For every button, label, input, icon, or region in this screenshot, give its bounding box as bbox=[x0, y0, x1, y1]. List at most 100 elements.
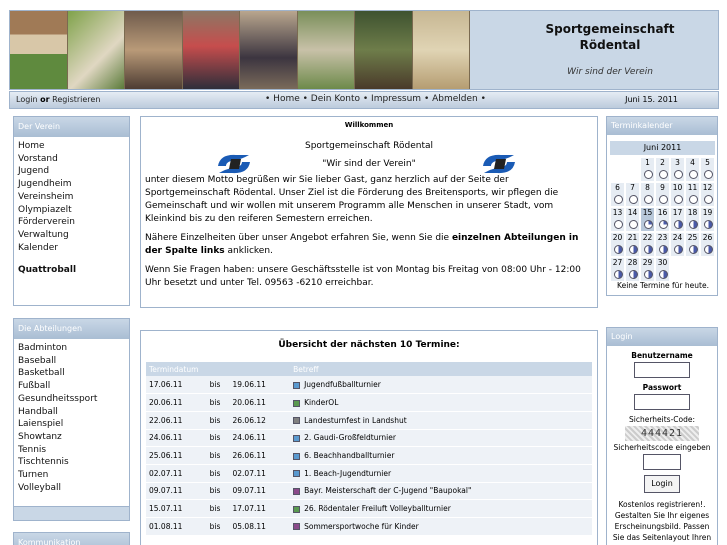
calendar-day[interactable]: 4 bbox=[685, 157, 700, 182]
calendar-day[interactable]: 18 bbox=[685, 207, 700, 232]
table-row[interactable]: 20.06.11 bis 20.06.11 KinderOL bbox=[146, 393, 592, 412]
sidebar-item-turnen[interactable]: Turnen bbox=[18, 469, 125, 482]
calendar-day[interactable]: 30 bbox=[655, 257, 670, 282]
calendar-day[interactable]: 23 bbox=[655, 232, 670, 257]
sidebar-abteilungen-title: Die Abteilungen bbox=[14, 319, 129, 339]
calendar-day[interactable]: 3 bbox=[670, 157, 685, 182]
nav-account[interactable]: Dein Konto bbox=[311, 94, 360, 104]
sidebar-item-tennis[interactable]: Tennis bbox=[18, 444, 125, 457]
sidebar-item-vereinsheim[interactable]: Vereinsheim bbox=[18, 191, 125, 204]
nav-logout[interactable]: Abmelden bbox=[432, 94, 478, 104]
sidebar-item-jugend[interactable]: Jugend bbox=[18, 165, 125, 178]
calendar-day[interactable]: 27 bbox=[610, 257, 625, 282]
calendar-day[interactable]: 19 bbox=[700, 207, 715, 232]
event-subject[interactable]: 2. Gaudi-Großfeldturnier bbox=[304, 433, 396, 442]
table-row[interactable]: 25.06.11 bis 26.06.11 6. Beachhandballturni… bbox=[146, 446, 592, 465]
calendar-day[interactable]: 10 bbox=[670, 182, 685, 207]
calendar-day[interactable]: 7 bbox=[625, 182, 640, 207]
calendar-day[interactable]: 17 bbox=[670, 207, 685, 232]
calendar-day-number: 21 bbox=[627, 233, 638, 242]
table-row[interactable]: 22.06.11 bis 26.06.12 Landesturnfest in Lan… bbox=[146, 411, 592, 430]
calendar-day[interactable]: 21 bbox=[625, 232, 640, 257]
calendar-day-number: 14 bbox=[627, 208, 638, 217]
sidebar-item-home[interactable]: Home bbox=[18, 140, 125, 153]
event-sep: bis bbox=[206, 411, 230, 430]
calendar-day[interactable]: 24 bbox=[670, 232, 685, 257]
sidebar-item-volleyball[interactable]: Volleyball bbox=[18, 482, 125, 495]
event-subject-cell[interactable]: Bayr. Meisterschaft der C-Jugend "Baupok… bbox=[290, 482, 592, 501]
sidebar-item-baseball[interactable]: Baseball bbox=[18, 355, 125, 368]
nav-home[interactable]: Home bbox=[273, 94, 300, 104]
calendar-day[interactable]: 6 bbox=[610, 182, 625, 207]
calendar-day[interactable]: 20 bbox=[610, 232, 625, 257]
table-row[interactable]: 17.06.11 bis 19.06.11 Jugendfußballturnier bbox=[146, 376, 592, 395]
sidebar-item-laienspiel[interactable]: Laienspiel bbox=[18, 418, 125, 431]
sidebar-item-fussball[interactable]: Fußball bbox=[18, 380, 125, 393]
table-row[interactable]: 01.08.11 bis 05.08.11 Sommersportwoche für … bbox=[146, 517, 592, 536]
register-link[interactable]: Registrieren bbox=[52, 95, 100, 104]
login-link[interactable]: Login bbox=[16, 95, 38, 104]
calendar-day[interactable]: 15 bbox=[640, 207, 655, 232]
login-button[interactable]: Login bbox=[644, 475, 680, 493]
sidebar-item-vorstand[interactable]: Vorstand bbox=[18, 153, 125, 166]
event-subject-cell[interactable]: 26. Rödentaler Freiluft Volleyballturnie… bbox=[290, 499, 592, 518]
calendar-day[interactable]: 26 bbox=[700, 232, 715, 257]
password-input[interactable] bbox=[634, 394, 690, 410]
sidebar-item-verwaltung[interactable]: Verwaltung bbox=[18, 229, 125, 242]
calendar-day[interactable]: 25 bbox=[685, 232, 700, 257]
calendar-day[interactable]: 9 bbox=[655, 182, 670, 207]
events-header-row: Termindatum Betreff bbox=[146, 362, 592, 376]
event-subject-cell[interactable]: 2. Gaudi-Großfeldturnier bbox=[290, 429, 592, 448]
captcha-input[interactable] bbox=[643, 454, 681, 470]
table-row[interactable]: 15.07.11 bis 17.07.11 26. Rödentaler Freilu… bbox=[146, 499, 592, 518]
table-row[interactable]: 02.07.11 bis 02.07.11 1. Beach-Jugendturnie… bbox=[146, 464, 592, 483]
calendar-day[interactable]: 11 bbox=[685, 182, 700, 207]
calendar-day[interactable]: 29 bbox=[640, 257, 655, 282]
event-subject[interactable]: Landesturnfest in Landshut bbox=[304, 416, 407, 425]
calendar-day[interactable]: 1 bbox=[640, 157, 655, 182]
username-input[interactable] bbox=[634, 362, 690, 378]
calendar-day[interactable]: 16 bbox=[655, 207, 670, 232]
calendar-day[interactable]: 5 bbox=[700, 157, 715, 182]
nav-impressum[interactable]: Impressum bbox=[371, 94, 421, 104]
register-text[interactable]: Kostenlos registrieren!. Gestalten Sie I… bbox=[607, 499, 717, 545]
sidebar-item-foerderverein[interactable]: Förderverein bbox=[18, 216, 125, 229]
sidebar-item-badminton[interactable]: Badminton bbox=[18, 342, 125, 355]
event-subject[interactable]: Jugendfußballturnier bbox=[304, 380, 381, 389]
sidebar-item-olympiazelt[interactable]: Olympiazelt bbox=[18, 204, 125, 217]
event-subject-cell[interactable]: 6. Beachhandballturnier bbox=[290, 446, 592, 465]
calendar-day-number: 28 bbox=[627, 258, 638, 267]
sidebar-item-basketball[interactable]: Basketball bbox=[18, 367, 125, 380]
calendar-day[interactable]: 13 bbox=[610, 207, 625, 232]
event-subject[interactable]: 6. Beachhandballturnier bbox=[304, 451, 394, 460]
event-subject[interactable]: KinderOL bbox=[304, 398, 338, 407]
sidebar-item-tischtennis[interactable]: Tischtennis bbox=[18, 456, 125, 469]
event-subject-cell[interactable]: Landesturnfest in Landshut bbox=[290, 411, 592, 430]
event-subject[interactable]: 26. Rödentaler Freiluft Volleyballturnie… bbox=[304, 504, 451, 513]
calendar-day[interactable]: 22 bbox=[640, 232, 655, 257]
event-subject-cell[interactable]: Jugendfußballturnier bbox=[290, 376, 592, 395]
sidebar-item-showtanz[interactable]: Showtanz bbox=[18, 431, 125, 444]
sidebar-item-kalender[interactable]: Kalender bbox=[18, 242, 125, 255]
calendar-day[interactable]: 12 bbox=[700, 182, 715, 207]
table-row[interactable]: 09.07.11 bis 09.07.11 Bayr. Meisterschaft d… bbox=[146, 482, 592, 501]
event-to: 05.08.11 bbox=[229, 517, 291, 536]
calendar-moon-icon bbox=[629, 220, 638, 229]
event-subject[interactable]: 1. Beach-Jugendturnier bbox=[304, 469, 391, 478]
event-subject[interactable]: Bayr. Meisterschaft der C-Jugend "Baupok… bbox=[304, 486, 471, 495]
sidebar-item-quattroball[interactable]: Quattroball bbox=[18, 264, 125, 277]
event-subject-cell[interactable]: Sommersportwoche für Kinder bbox=[290, 517, 592, 536]
table-row[interactable]: 24.06.11 bis 24.06.11 2. Gaudi-Großfeldturn… bbox=[146, 429, 592, 448]
sidebar-item-handball[interactable]: Handball bbox=[18, 406, 125, 419]
calendar-day[interactable]: 14 bbox=[625, 207, 640, 232]
sidebar-item-jugendheim[interactable]: Jugendheim bbox=[18, 178, 125, 191]
event-subject-cell[interactable]: KinderOL bbox=[290, 393, 592, 412]
header-photo-strip bbox=[10, 11, 470, 89]
calendar-day-number: 26 bbox=[702, 233, 713, 242]
event-subject-cell[interactable]: 1. Beach-Jugendturnier bbox=[290, 464, 592, 483]
calendar-day[interactable]: 8 bbox=[640, 182, 655, 207]
event-subject[interactable]: Sommersportwoche für Kinder bbox=[304, 522, 419, 531]
calendar-day[interactable]: 28 bbox=[625, 257, 640, 282]
calendar-day[interactable]: 2 bbox=[655, 157, 670, 182]
sidebar-item-gesundheitssport[interactable]: Gesundheitssport bbox=[18, 393, 125, 406]
